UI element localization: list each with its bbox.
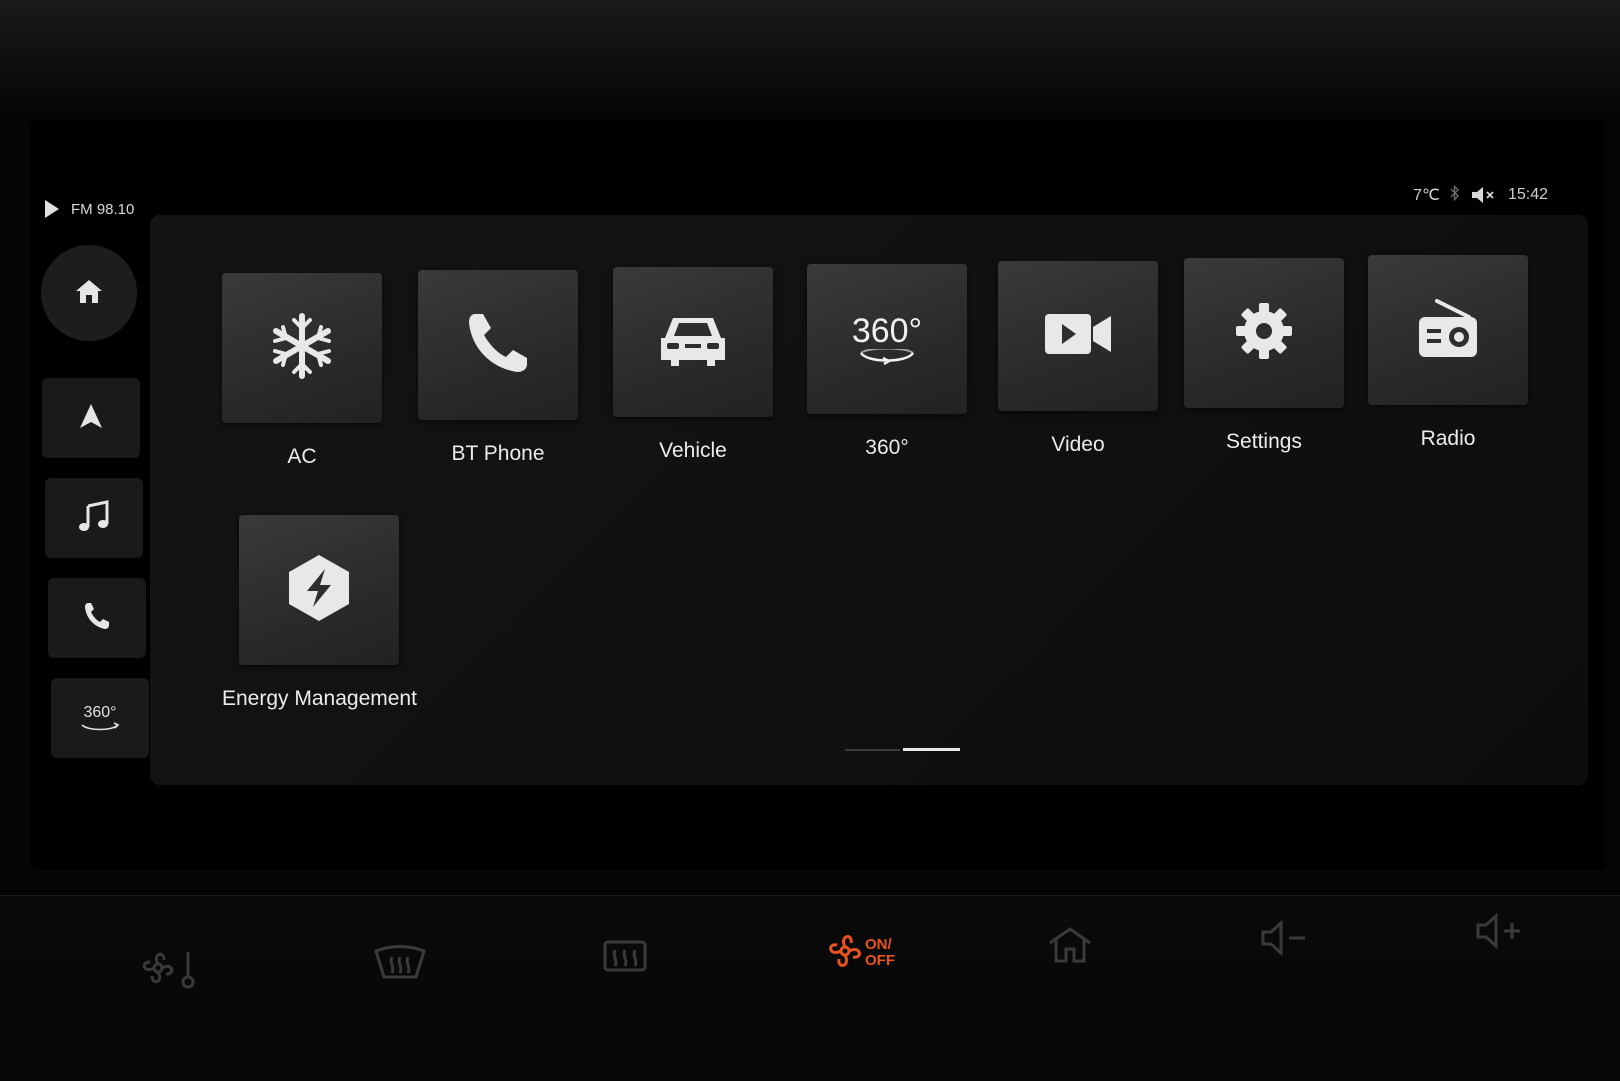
status-bar: 7℃ 15:42 <box>1413 184 1548 206</box>
app-tile-radio-box[interactable] <box>1368 255 1528 405</box>
fan-icon <box>825 931 865 976</box>
app-label-video: Video <box>1051 433 1105 456</box>
app-label-vehicle: Vehicle <box>659 439 727 462</box>
app-tile-video[interactable]: Video <box>998 261 1158 457</box>
page-indicator[interactable] <box>845 748 960 751</box>
clock-label: 15:42 <box>1507 186 1548 203</box>
home-icon <box>74 277 104 310</box>
app-tile-bt-phone-box[interactable] <box>418 270 578 420</box>
fan-thermometer-icon <box>138 946 202 995</box>
car-icon <box>657 310 729 375</box>
app-tile-video-box[interactable] <box>998 261 1158 411</box>
sidebar-item-phone[interactable] <box>48 578 146 658</box>
on-off-text: ON/ OFF <box>865 937 895 969</box>
music-note-icon <box>77 499 111 537</box>
sidebar-360-label: 360° <box>83 704 117 721</box>
app-tile-vehicle[interactable]: Vehicle <box>613 267 773 463</box>
on-text: ON/ <box>865 936 892 953</box>
app-tile-ac-box[interactable] <box>222 273 382 423</box>
app-label-360: 360° <box>865 436 909 459</box>
play-icon[interactable] <box>45 200 59 218</box>
home-outline-icon <box>1046 925 1094 970</box>
app-tile-energy-management[interactable]: Energy Management <box>222 515 417 711</box>
app-tile-360[interactable]: 360° 360° <box>807 264 967 460</box>
page-indicator-dot-2-active[interactable] <box>903 748 960 751</box>
volume-up-icon <box>1474 911 1526 956</box>
app-label-settings: Settings <box>1226 430 1302 453</box>
navigation-arrow-icon <box>77 402 105 435</box>
phone-icon <box>83 601 111 636</box>
bluetooth-icon <box>1450 184 1460 206</box>
app-tile-radio[interactable]: Radio <box>1368 255 1528 451</box>
rear-defrost-button[interactable] <box>580 925 670 995</box>
volume-up-button[interactable] <box>1455 898 1545 968</box>
radio-icon <box>1415 295 1481 366</box>
screen-bezel <box>0 0 1620 105</box>
volume-muted-icon <box>1470 185 1498 205</box>
off-text: OFF <box>865 952 895 969</box>
home-hardware-button[interactable] <box>1025 912 1115 982</box>
sidebar-item-home[interactable] <box>41 245 137 341</box>
page-indicator-dot-1[interactable] <box>845 749 900 751</box>
fan-temperature-button[interactable] <box>125 935 215 1005</box>
sidebar-item-music[interactable] <box>45 478 143 558</box>
phone-icon <box>465 310 531 381</box>
energy-hexagon-icon <box>287 553 351 628</box>
app-tile-settings[interactable]: Settings <box>1184 258 1344 454</box>
app-tile-360-box[interactable]: 360° <box>807 264 967 414</box>
app-label-energy-management: Energy Management <box>222 687 417 710</box>
app-tile-bt-phone[interactable]: BT Phone <box>418 270 578 466</box>
app-label-bt-phone: BT Phone <box>451 442 545 465</box>
360-view-icon-text: 360° <box>851 312 923 350</box>
snowflake-icon <box>266 310 338 387</box>
climate-on-off-button[interactable]: ON/ OFF <box>805 918 915 988</box>
app-label-ac: AC <box>287 445 317 468</box>
gear-icon <box>1234 301 1294 366</box>
now-playing[interactable]: FM 98.10 <box>45 200 134 218</box>
sidebar-item-navigation[interactable] <box>42 378 140 458</box>
app-tile-vehicle-box[interactable] <box>613 267 773 417</box>
volume-down-icon <box>1259 918 1311 963</box>
volume-down-button[interactable] <box>1240 905 1330 975</box>
now-playing-label: FM 98.10 <box>71 200 135 218</box>
front-defrost-button[interactable] <box>355 930 445 1000</box>
app-tile-settings-box[interactable] <box>1184 258 1344 408</box>
app-tile-ac[interactable]: AC <box>222 273 382 469</box>
front-defrost-icon <box>372 943 428 988</box>
temperature-label: 7℃ <box>1413 187 1440 204</box>
rear-defrost-icon <box>601 938 649 983</box>
360-view-icon: 360° <box>852 313 922 365</box>
video-camera-icon <box>1043 311 1113 362</box>
sidebar-item-360[interactable]: 360° <box>51 678 149 758</box>
app-tile-energy-management-box[interactable] <box>239 515 400 665</box>
360-icon: 360° <box>78 704 122 732</box>
app-label-radio: Radio <box>1420 427 1476 450</box>
